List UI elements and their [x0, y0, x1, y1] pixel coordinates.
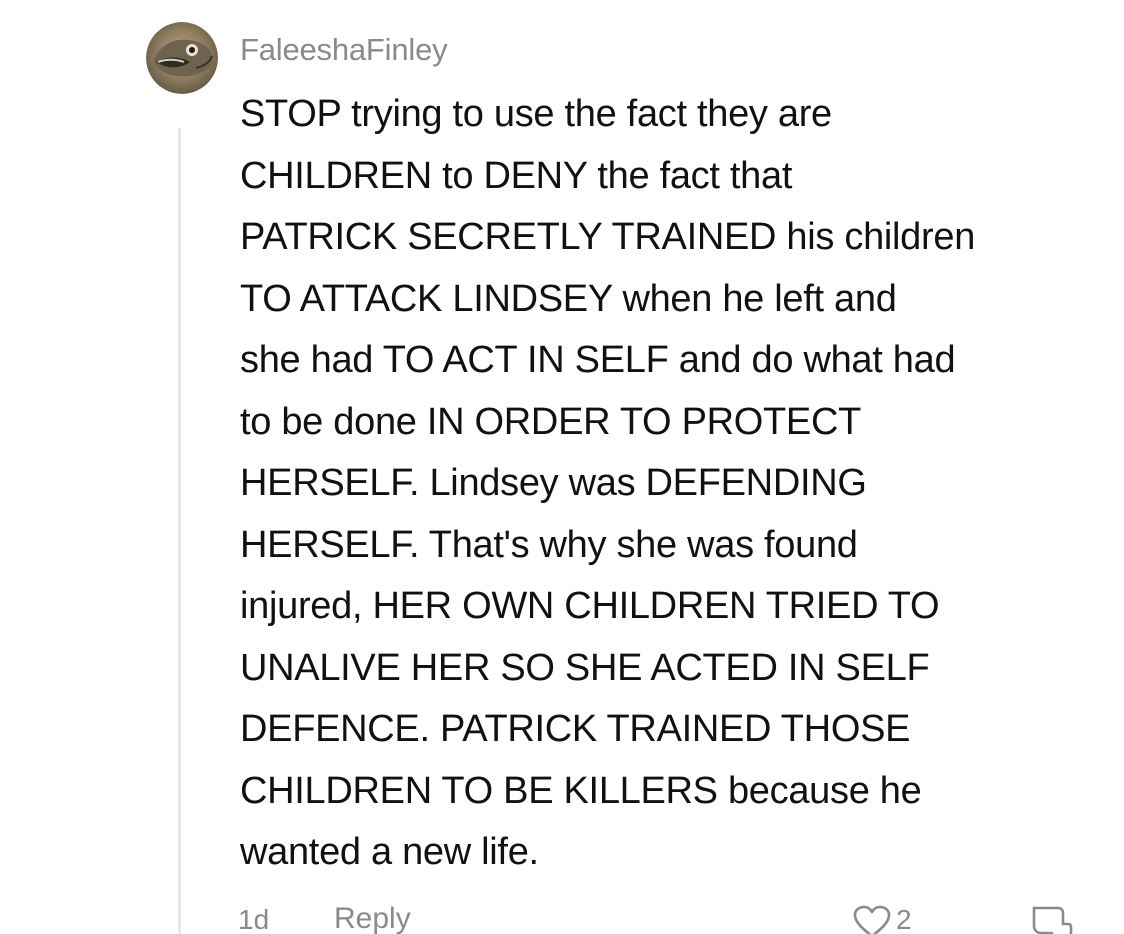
dislike-button[interactable]: [1030, 904, 1074, 934]
reply-button[interactable]: Reply: [334, 902, 411, 934]
fish-avatar-icon: [146, 22, 218, 94]
comment-line: to be done IN ORDER TO PROTECT: [240, 400, 862, 443]
like-count: 2: [896, 904, 912, 934]
comment-text: STOP trying to use the fact they are CHI…: [240, 84, 1110, 884]
comment-line: injured, HER OWN CHILDREN TRIED TO: [240, 585, 940, 627]
thumbs-down-outline-icon: [1032, 906, 1073, 934]
comment-line: TO ATTACK LINDSEY when he left and: [240, 277, 897, 320]
comment-line: STOP trying to use the fact they are: [240, 93, 832, 135]
thread-line: [178, 128, 181, 934]
comment-line: DEFENCE. PATRICK TRAINED THOSE: [240, 708, 911, 750]
comment-line: UNALIVE HER SO SHE ACTED IN SELF: [240, 646, 930, 689]
comment-line: HERSELF. That's why she was found: [240, 523, 858, 566]
username[interactable]: FaleeshaFinley: [240, 28, 448, 72]
like-button[interactable]: [852, 904, 892, 934]
comment-line: CHILDREN TO BE KILLERS because he: [240, 769, 922, 812]
avatar[interactable]: [146, 22, 218, 94]
comment-line: CHILDREN to DENY the fact that: [240, 154, 793, 197]
comment-line: she had TO ACT IN SELF and do what had: [240, 339, 956, 381]
comment-line: wanted a new life.: [240, 831, 539, 873]
comment-line: HERSELF. Lindsey was DEFENDING: [240, 462, 867, 504]
heart-outline-icon: [853, 905, 891, 934]
comment-line: PATRICK SECRETLY TRAINED his children: [240, 216, 976, 258]
comment-timestamp: 1d: [238, 904, 270, 934]
comment-footer: 1d Reply 2: [0, 898, 1124, 934]
comment-screen: FaleeshaFinley STOP trying to use the fa…: [0, 0, 1124, 934]
